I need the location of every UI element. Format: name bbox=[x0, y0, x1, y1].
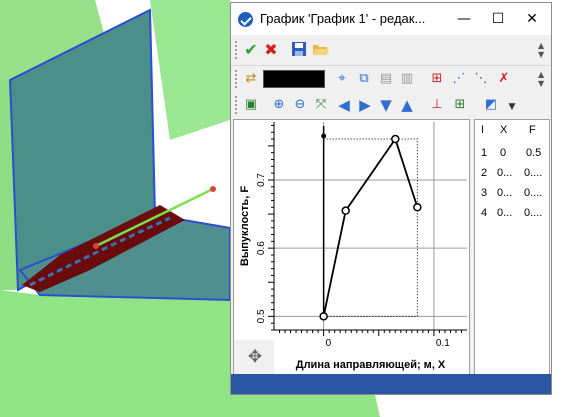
maximize-button[interactable]: ☐ bbox=[481, 3, 515, 35]
table-cell[interactable]: 0.... bbox=[524, 207, 542, 219]
save-icon[interactable] bbox=[290, 41, 308, 59]
open-folder-icon[interactable] bbox=[311, 41, 329, 59]
cancel-icon[interactable]: ✖ bbox=[262, 41, 280, 59]
color-swatch[interactable] bbox=[263, 70, 325, 88]
app-icon bbox=[238, 12, 253, 27]
x-axis-title: Длина направляющей; м, X bbox=[296, 359, 446, 371]
table-cell[interactable]: 0.5 bbox=[526, 147, 541, 159]
table-header-index: I bbox=[481, 124, 485, 136]
table-header-f: F bbox=[529, 124, 536, 136]
x-tick-label: 0.1 bbox=[436, 338, 450, 349]
status-bar bbox=[231, 374, 551, 394]
data-point bbox=[319, 312, 328, 321]
points-table[interactable]: I X F 1 0 0.5 2 0... 0.... 3 0... 0.... … bbox=[474, 119, 550, 375]
view-options-icon[interactable]: ◩ bbox=[482, 96, 500, 114]
table-cell[interactable]: 0... bbox=[497, 167, 512, 179]
zoom-in-icon[interactable]: ⊕ bbox=[270, 96, 288, 114]
toolbar-overflow-icon[interactable]: ▲ ▼ bbox=[538, 41, 544, 59]
pan-icon[interactable]: ✥ bbox=[244, 346, 266, 368]
y-tick-label: 0.7 bbox=[256, 173, 267, 187]
toolbar-grip[interactable] bbox=[235, 96, 237, 114]
insert-point-icon[interactable]: ⋰ bbox=[450, 70, 468, 88]
select-points-icon[interactable]: ⌖ bbox=[333, 70, 351, 88]
table-cell[interactable]: 1 bbox=[481, 147, 487, 159]
origin-marker-dot bbox=[321, 133, 327, 139]
zoom-fit-icon[interactable]: ⤧ bbox=[312, 96, 330, 114]
y-tick-label: 0.5 bbox=[256, 309, 267, 323]
table-cell[interactable]: 2 bbox=[481, 167, 487, 179]
copy-icon[interactable]: ⧉ bbox=[355, 70, 373, 88]
toolbar-main: ✔ ✖ ▲ ▼ bbox=[231, 37, 551, 64]
chart-panel[interactable]: 0 0.1 0.5 0.6 0.7 Длина направляющей; м, X Вып… bbox=[233, 119, 470, 375]
arrow-down-icon[interactable]: ▼ bbox=[377, 96, 395, 114]
data-point bbox=[341, 206, 350, 215]
paste-icon[interactable]: ▤ bbox=[377, 70, 395, 88]
arrow-left-icon[interactable]: ◀ bbox=[335, 96, 353, 114]
toolbar-grip[interactable] bbox=[235, 41, 237, 59]
y-axis-title: Выпуклость, F bbox=[239, 186, 251, 267]
y-tick-label: 0.6 bbox=[256, 241, 267, 255]
toolbar-grip[interactable] bbox=[235, 70, 237, 88]
fit-view-icon[interactable]: ▣ bbox=[242, 96, 260, 114]
data-point bbox=[413, 202, 422, 212]
remove-point-icon[interactable]: ⋱ bbox=[472, 70, 490, 88]
arrow-up-icon[interactable]: ▲ bbox=[398, 96, 416, 114]
zoom-out-icon[interactable]: ⊖ bbox=[291, 96, 309, 114]
toolbar-view: ▣ ⊕ ⊖ ⤧ ◀ ▶ ▼ ▲ ⊥ ⊞ ◩ ▼ bbox=[231, 92, 551, 119]
x-tick-label: 0 bbox=[326, 338, 332, 349]
table-cell[interactable]: 0.... bbox=[524, 187, 542, 199]
close-button[interactable]: ✕ bbox=[515, 3, 549, 35]
axis-settings-icon[interactable]: ⊥ bbox=[428, 96, 446, 114]
toolbar-overflow-icon[interactable]: ▲ ▼ bbox=[538, 70, 544, 88]
table-cell[interactable]: 0 bbox=[500, 147, 506, 159]
table-header-x: X bbox=[500, 124, 508, 136]
delete-icon[interactable]: ✗ bbox=[495, 70, 513, 88]
toolbar-points: ⇄ ⌖ ⧉ ▤ ▥ ⊞ ⋰ ⋱ ✗ ▲ ▼ bbox=[231, 66, 551, 93]
arrow-right-icon[interactable]: ▶ bbox=[356, 96, 374, 114]
clipboard-icon[interactable]: ▥ bbox=[398, 70, 416, 88]
table-cell[interactable]: 3 bbox=[481, 187, 487, 199]
add-point-icon[interactable]: ⊞ bbox=[428, 70, 446, 88]
chart[interactable]: 0 0.1 0.5 0.6 0.7 Длина направляющей; м, X Вып… bbox=[234, 120, 469, 374]
grid-icon[interactable]: ⊞ bbox=[451, 96, 469, 114]
dropdown-arrow-icon[interactable]: ▼ bbox=[503, 98, 521, 116]
swap-icon[interactable]: ⇄ bbox=[242, 70, 260, 88]
data-point bbox=[391, 134, 400, 144]
table-cell[interactable]: 0... bbox=[497, 207, 512, 219]
table-cell[interactable]: 4 bbox=[481, 207, 487, 219]
graph-editor-window: График 'График 1' - редак... — ☐ ✕ ✔ ✖ ▲… bbox=[230, 2, 552, 395]
table-cell[interactable]: 0.... bbox=[524, 167, 542, 179]
title-bar[interactable]: График 'График 1' - редак... — ☐ ✕ bbox=[231, 3, 551, 35]
checkmark-icon[interactable]: ✔ bbox=[242, 41, 260, 59]
minimize-button[interactable]: — bbox=[447, 3, 481, 35]
table-cell[interactable]: 0... bbox=[497, 187, 512, 199]
window-title: График 'График 1' - редак... bbox=[260, 11, 426, 26]
